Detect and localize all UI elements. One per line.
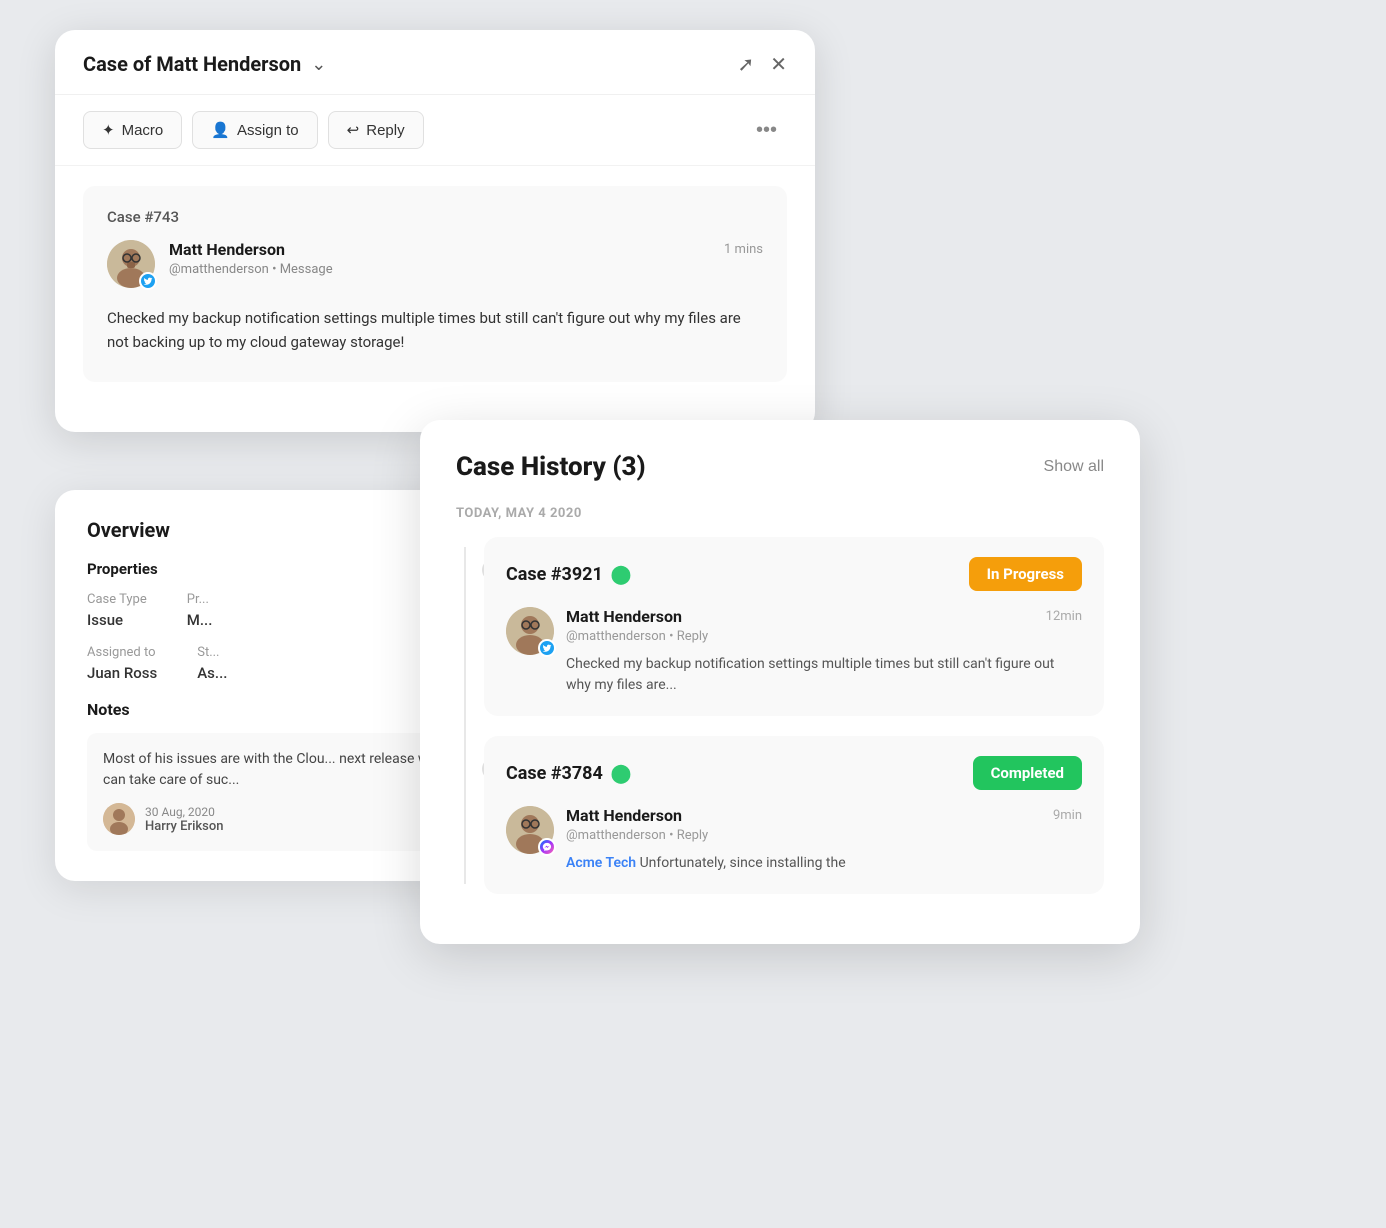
case-3784-number: Case #3784	[506, 763, 603, 784]
history-user-row-1: Matt Henderson 12min @matthenderson • Re…	[506, 607, 1082, 696]
history-user-name-1: Matt Henderson	[566, 607, 682, 626]
expand-icon[interactable]: ➚	[737, 52, 754, 76]
scene: Case of Matt Henderson ⌄ ➚ ✕ ✦ Macro 👤 A…	[0, 0, 1386, 1228]
time-label: 1 mins	[724, 242, 763, 257]
macro-icon: ✦	[102, 121, 115, 139]
avatar-wrap	[107, 240, 155, 288]
history-handle-1: @matthenderson • Reply	[566, 629, 1082, 644]
assign-button[interactable]: 👤 Assign to	[192, 111, 317, 149]
overview-title: Overview	[87, 518, 473, 542]
date-label: TODAY, MAY 4 2020	[456, 506, 1104, 521]
history-header: Case History (3) Show all	[456, 452, 1104, 482]
status-value: As...	[197, 664, 227, 682]
macro-label: Macro	[122, 122, 164, 139]
user-info: Matt Henderson 1 mins @matthenderson • M…	[169, 240, 763, 277]
case-number-badge-2: Case #3784 ⬤	[506, 763, 631, 784]
macro-button[interactable]: ✦ Macro	[83, 111, 182, 149]
reply-label: Reply	[366, 122, 404, 139]
assign-icon: 👤	[211, 121, 230, 139]
history-case-card-1: Case #3921 ⬤ In Progress	[484, 537, 1104, 716]
avatar-wrap-1	[506, 607, 554, 655]
status-badge-in-progress: In Progress	[969, 557, 1082, 591]
assigned-value: Juan Ross	[87, 664, 157, 682]
priority-label: Pr...	[187, 592, 213, 607]
toolbar: ✦ Macro 👤 Assign to ↩ Reply •••	[55, 95, 815, 166]
note-date: 30 Aug, 2020	[145, 805, 223, 819]
card-main: Case of Matt Henderson ⌄ ➚ ✕ ✦ Macro 👤 A…	[55, 30, 815, 432]
history-user-row-2: Matt Henderson 9min @matthenderson • Rep…	[506, 806, 1082, 874]
user-name-row: Matt Henderson 1 mins	[169, 240, 763, 259]
more-button[interactable]: •••	[746, 113, 787, 148]
history-time-2: 9min	[1053, 808, 1082, 823]
case-content: Case #743	[83, 186, 787, 382]
show-all-button[interactable]: Show all	[1044, 458, 1104, 476]
assign-label: Assign to	[237, 122, 299, 139]
history-handle-2: @matthenderson • Reply	[566, 828, 1082, 843]
chevron-down-icon[interactable]: ⌄	[311, 54, 326, 75]
status-label: St...	[197, 645, 227, 660]
history-case-header-2: Case #3784 ⬤ Completed	[506, 756, 1082, 790]
avatar-wrap-2	[506, 806, 554, 854]
card-history: Case History (3) Show all TODAY, MAY 4 2…	[420, 420, 1140, 944]
status-badge-completed: Completed	[973, 756, 1082, 790]
card-header: Case of Matt Henderson ⌄ ➚ ✕	[55, 30, 815, 95]
reply-icon: ↩	[347, 121, 360, 139]
history-user-name-2: Matt Henderson	[566, 806, 682, 825]
message-text: Checked my backup notification settings …	[107, 306, 763, 354]
note-author-row: 30 Aug, 2020 Harry Erikson	[103, 803, 457, 835]
case-number: Case #743	[107, 208, 763, 226]
twitter-badge-1	[538, 639, 556, 657]
case-type-label: Case Type	[87, 592, 147, 607]
history-case-card-2: Case #3784 ⬤ Completed	[484, 736, 1104, 894]
acme-link[interactable]: Acme Tech	[566, 855, 636, 871]
reply-button[interactable]: ↩ Reply	[328, 111, 424, 149]
history-title: Case History (3)	[456, 452, 646, 482]
note-author: Harry Erikson	[145, 819, 223, 834]
notes-title: Notes	[87, 700, 473, 719]
priority-value: M...	[187, 611, 213, 629]
history-case-header-1: Case #3921 ⬤ In Progress	[506, 557, 1082, 591]
case-type-value: Issue	[87, 611, 147, 629]
user-row: Matt Henderson 1 mins @matthenderson • M…	[107, 240, 763, 288]
card-title-group: Case of Matt Henderson ⌄	[83, 52, 326, 76]
user-name: Matt Henderson	[169, 240, 285, 259]
messenger-badge-2	[538, 838, 556, 856]
twitter-badge	[139, 272, 157, 290]
case-type-prop: Case Type Issue Pr... M...	[87, 592, 473, 629]
header-actions: ➚ ✕	[737, 52, 787, 76]
note-avatar	[103, 803, 135, 835]
user-handle: @matthenderson • Message	[169, 262, 763, 277]
assigned-prop: Assigned to Juan Ross St... As...	[87, 645, 473, 682]
history-message-1: Checked my backup notification settings …	[566, 654, 1082, 696]
history-message-2: Acme Tech Unfortunately, since installin…	[566, 853, 1082, 874]
star-icon-2: ⬤	[611, 763, 631, 784]
timeline-item-2: Case #3784 ⬤ Completed	[484, 736, 1104, 894]
assigned-label: Assigned to	[87, 645, 157, 660]
history-user-info-1: Matt Henderson 12min @matthenderson • Re…	[566, 607, 1082, 696]
timeline-item-1: Case #3921 ⬤ In Progress	[484, 537, 1104, 716]
note-text: Most of his issues are with the Clou... …	[103, 749, 457, 791]
history-time-1: 12min	[1046, 609, 1082, 624]
case-number-badge-1: Case #3921 ⬤	[506, 564, 631, 585]
star-icon-1: ⬤	[611, 564, 631, 585]
timeline: Case #3921 ⬤ In Progress	[456, 537, 1104, 894]
properties-title: Properties	[87, 560, 473, 578]
card-title: Case of Matt Henderson	[83, 52, 301, 76]
note-card: Most of his issues are with the Clou... …	[87, 733, 473, 851]
history-user-info-2: Matt Henderson 9min @matthenderson • Rep…	[566, 806, 1082, 874]
case-3921-number: Case #3921	[506, 564, 603, 585]
close-icon[interactable]: ✕	[770, 52, 787, 76]
